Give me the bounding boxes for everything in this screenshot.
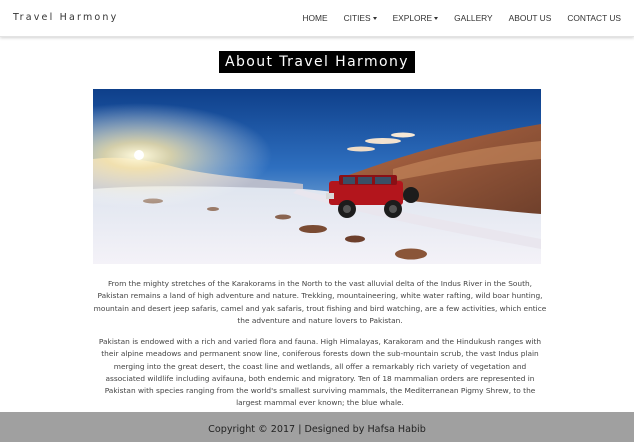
nav-contact-us-label: CONTACT US	[567, 13, 621, 23]
nav-explore-label: EXPLORE	[392, 13, 433, 23]
page-title: About Travel Harmony	[219, 51, 415, 73]
nav-cities-label: CITIES	[343, 13, 371, 23]
nav-about-us-label: ABOUT US	[508, 13, 552, 23]
nav-home-label: HOME	[302, 13, 328, 23]
footer: Copyright © 2017 | Designed by Hafsa Hab…	[0, 412, 634, 442]
about-paragraph-2: Pakistan is endowed with a rich and vari…	[98, 337, 542, 408]
hero-image	[93, 89, 541, 264]
nav-home[interactable]: HOME	[302, 13, 327, 23]
navbar: Travel Harmony HOME CITIES EXPLORE GALLE…	[0, 0, 634, 37]
nav-gallery[interactable]: GALLERY	[454, 13, 493, 23]
nav-menu: HOME CITIES EXPLORE GALLERY ABOUT US CON…	[286, 0, 621, 36]
nav-contact-us[interactable]: CONTACT US	[567, 13, 621, 23]
caret-down-icon	[372, 16, 377, 20]
nav-gallery-label: GALLERY	[454, 13, 493, 23]
about-paragraph-1: From the mighty stretches of the Karakor…	[93, 279, 547, 325]
brand-logo[interactable]: Travel Harmony	[13, 12, 118, 23]
nav-explore[interactable]: EXPLORE	[393, 13, 439, 23]
nav-cities[interactable]: CITIES	[344, 13, 377, 23]
nav-about-us[interactable]: ABOUT US	[509, 13, 552, 23]
caret-down-icon	[434, 16, 439, 20]
footer-copyright: Copyright © 2017 | Designed by Hafsa Hab…	[208, 424, 426, 435]
